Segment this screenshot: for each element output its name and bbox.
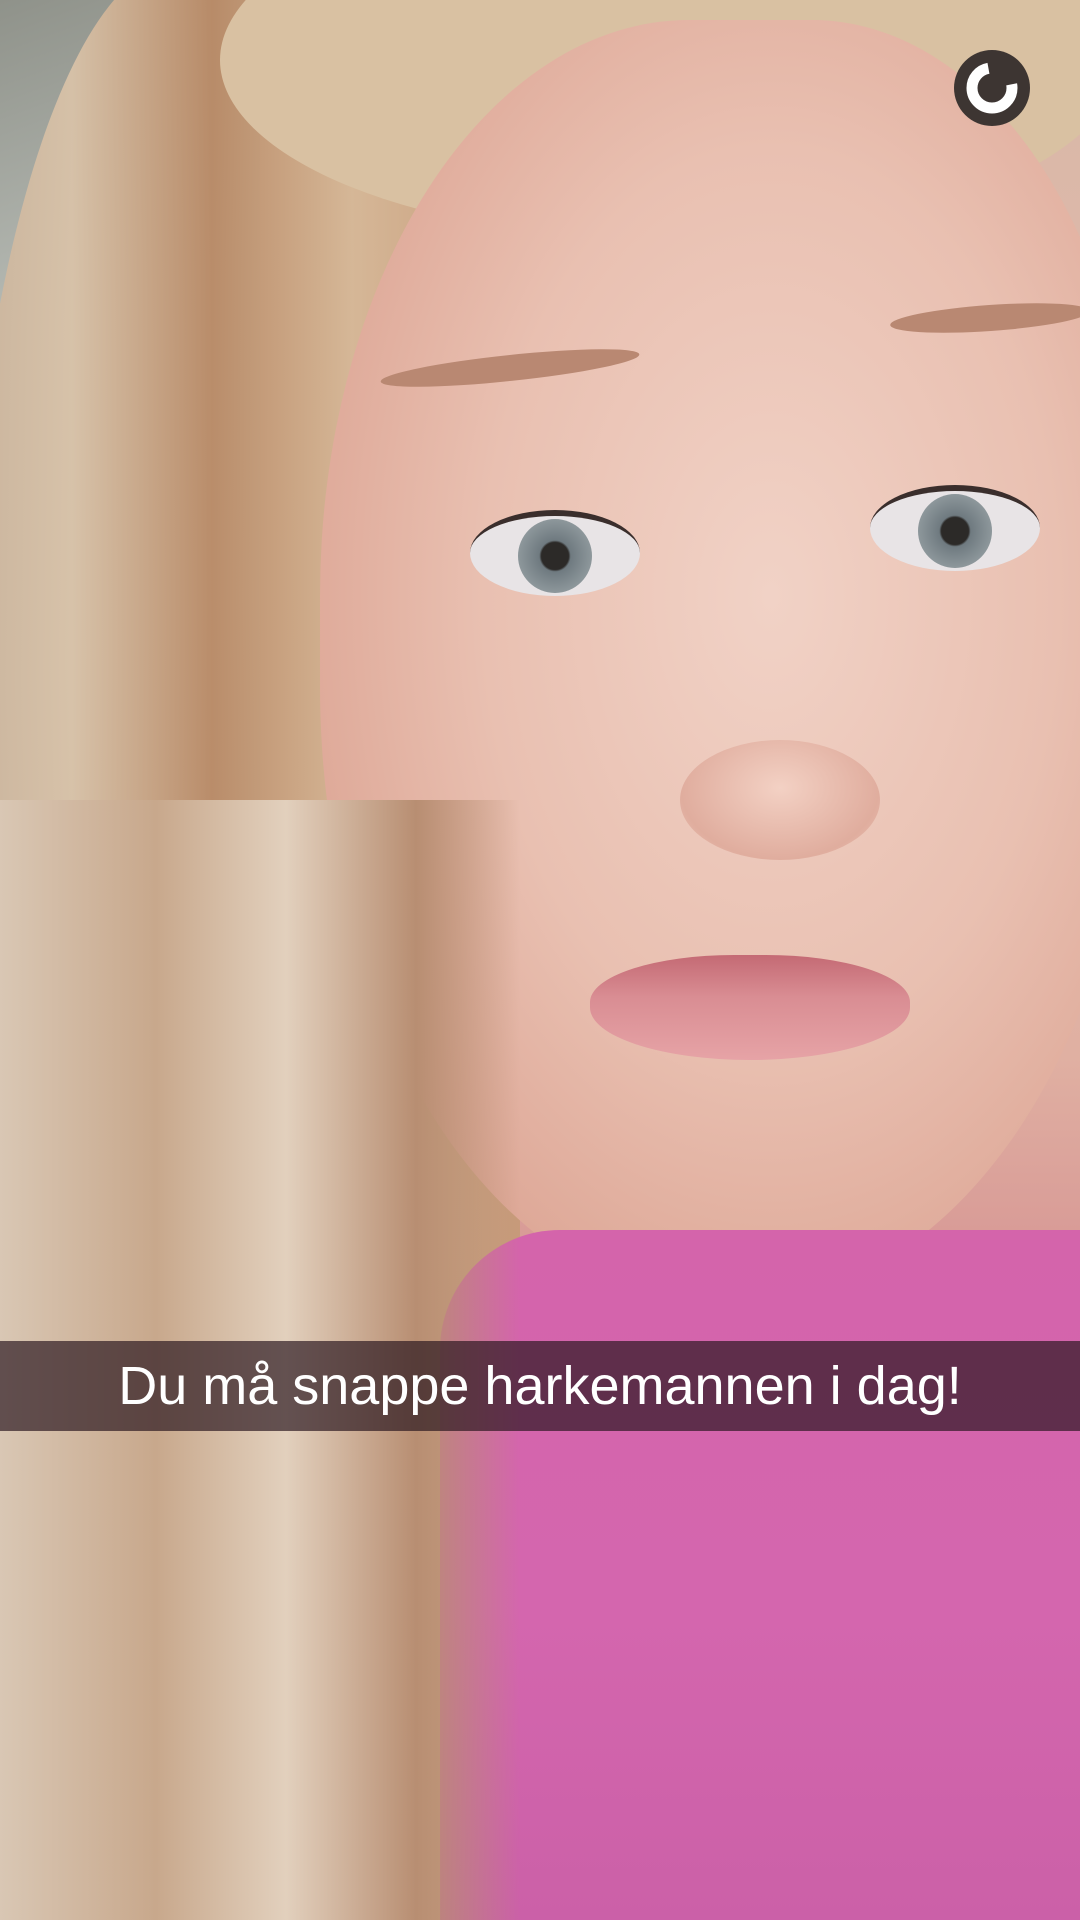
lips [590, 955, 910, 1060]
nose [680, 740, 880, 860]
caption-text: Du må snappe harkemannen i dag! [118, 1356, 962, 1416]
pink-sweater [440, 1230, 1080, 1920]
left-eye [470, 510, 640, 596]
timer-ring-icon [966, 62, 1018, 114]
snap-photo[interactable] [0, 0, 1080, 1920]
right-eye [870, 485, 1040, 571]
caption-bar[interactable]: Du må snappe harkemannen i dag! [0, 1341, 1080, 1431]
snap-timer-button[interactable] [954, 50, 1030, 126]
